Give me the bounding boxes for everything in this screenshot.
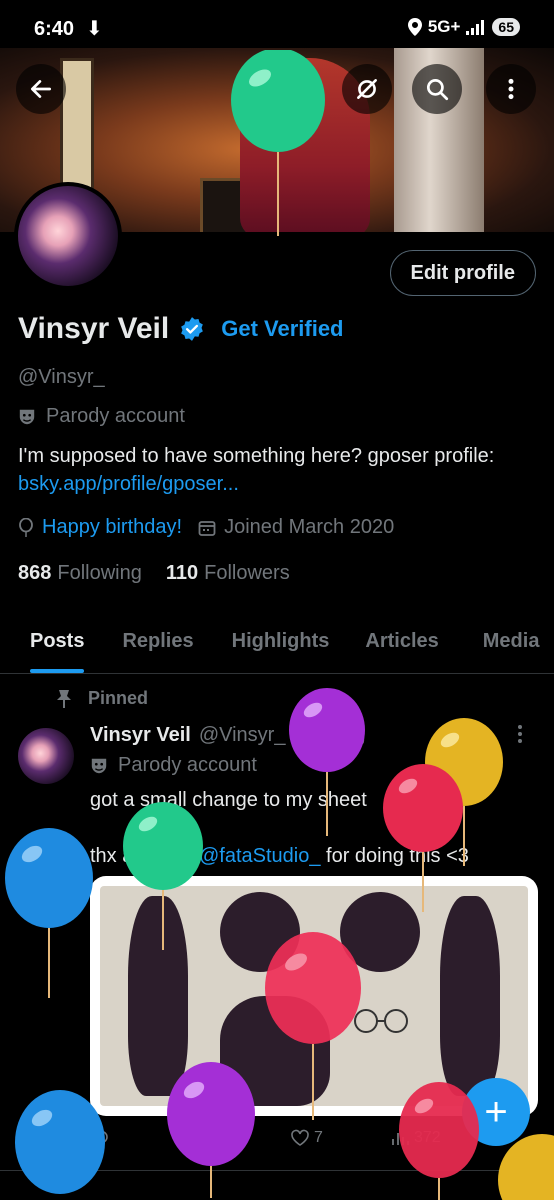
heart-icon [291, 1129, 309, 1146]
pinned-label: Pinned [88, 688, 149, 708]
eye-slash-icon [357, 79, 377, 99]
profile-bio: I'm supposed to have something here? gpo… [18, 442, 538, 498]
balloon-decor-blue-2 [15, 1090, 105, 1194]
parody-label: Parody account [46, 405, 185, 427]
get-verified-link[interactable]: Get Verified [221, 316, 343, 342]
balloon-icon [19, 517, 33, 537]
parody-label-row: Parody account [18, 405, 185, 428]
status-time: 6:40 [34, 18, 75, 40]
tab-articles[interactable]: Articles [365, 612, 438, 673]
follow-stats: 868 Following 110 Followers [18, 562, 290, 585]
post-mention-link[interactable]: @fataStudio_ [199, 845, 321, 867]
followers-count: 110 [165, 562, 199, 584]
profile-tabs: Posts Replies Highlights Articles Media [0, 612, 554, 674]
search-button[interactable] [412, 64, 462, 114]
bio-link[interactable]: bsky.app/profile/gposer... [18, 473, 239, 495]
birthday-link[interactable]: Happy birthday! [42, 516, 182, 539]
pin-icon [57, 689, 71, 708]
hide-button[interactable] [342, 64, 392, 114]
post-author-avatar[interactable] [18, 728, 74, 784]
balloon-decor-red-3 [399, 1082, 479, 1200]
status-bar: 6:40 ⬇ 5G+ 65 [0, 0, 554, 48]
profile-meta: Happy birthday! Joined March 2020 [18, 516, 394, 539]
tab-media[interactable]: Media [483, 612, 540, 673]
name-row: Vinsyr Veil Get Verified [18, 312, 344, 346]
battery-indicator: 65 [492, 18, 520, 36]
post-parody-row: Parody account [90, 754, 257, 777]
following-count: 868 [18, 562, 52, 584]
status-indicators: 5G+ 65 [407, 17, 520, 37]
balloon-decor-yellow-2 [498, 1134, 554, 1200]
post-parody-label: Parody account [118, 754, 257, 776]
bio-text: I'm supposed to have something here? gpo… [18, 445, 495, 467]
profile-avatar[interactable] [14, 182, 122, 290]
balloon-decor-green-2 [123, 802, 203, 950]
following-label: Following [57, 562, 142, 584]
download-icon: ⬇ [86, 18, 103, 40]
tab-replies[interactable]: Replies [122, 612, 193, 673]
following-link[interactable]: 868 Following [18, 562, 142, 585]
calendar-icon [198, 520, 216, 536]
balloon-decor-purple-1 [289, 688, 365, 836]
balloon-decor-green-top [231, 50, 325, 236]
back-button[interactable] [16, 64, 66, 114]
theater-mask-icon [19, 409, 35, 424]
more-button[interactable] [486, 64, 536, 114]
like-button[interactable]: 7 [290, 1128, 390, 1148]
search-icon [426, 78, 449, 101]
followers-link[interactable]: 110 Followers [166, 562, 290, 585]
signal-icon [466, 20, 485, 35]
balloon-decor-red-1 [383, 764, 463, 912]
joined-date: Joined March 2020 [224, 516, 395, 538]
verified-badge-icon[interactable] [179, 316, 205, 342]
balloon-decor-purple-2 [167, 1062, 255, 1198]
edit-profile-button[interactable]: Edit profile [389, 250, 536, 296]
like-count: 7 [314, 1129, 323, 1146]
followers-label: Followers [204, 562, 290, 584]
network-label: 5G+ [427, 17, 461, 36]
pinned-indicator: Pinned [56, 688, 148, 709]
theater-mask-icon [91, 758, 107, 773]
post-more-icon[interactable] [510, 722, 530, 746]
art-figure-back [440, 896, 500, 1096]
balloon-decor-red-2 [265, 932, 361, 1120]
profile-handle: @Vinsyr_ [18, 366, 105, 388]
post-author-name[interactable]: Vinsyr Veil [90, 724, 191, 747]
display-name: Vinsyr Veil [18, 312, 170, 345]
arrow-left-icon [30, 80, 52, 98]
tab-highlights[interactable]: Highlights [232, 612, 330, 673]
balloon-decor-blue-1 [5, 828, 93, 998]
more-vertical-icon [508, 78, 514, 100]
tab-posts[interactable]: Posts [30, 612, 85, 673]
location-icon [407, 18, 422, 36]
